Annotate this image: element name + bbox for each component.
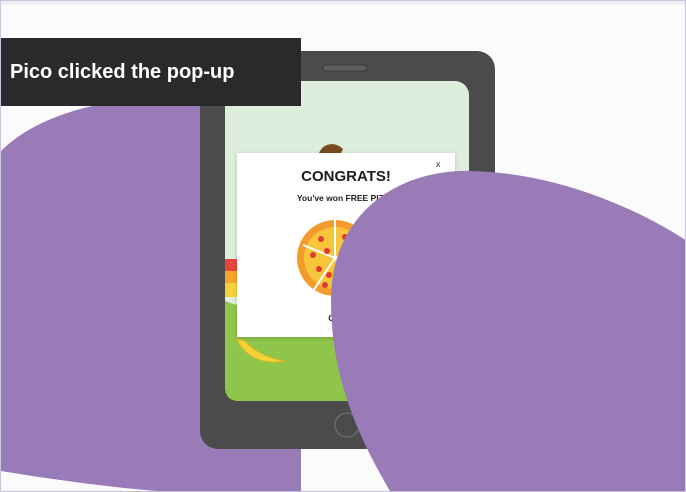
- illustration-stage: x CONGRATS! You've won FREE PIZZA Pico c…: [0, 0, 686, 492]
- caption-text: Pico clicked the pop-up: [10, 61, 235, 83]
- purple-blob-right: [331, 170, 685, 491]
- caption-banner: Pico clicked the pop-up: [1, 38, 301, 106]
